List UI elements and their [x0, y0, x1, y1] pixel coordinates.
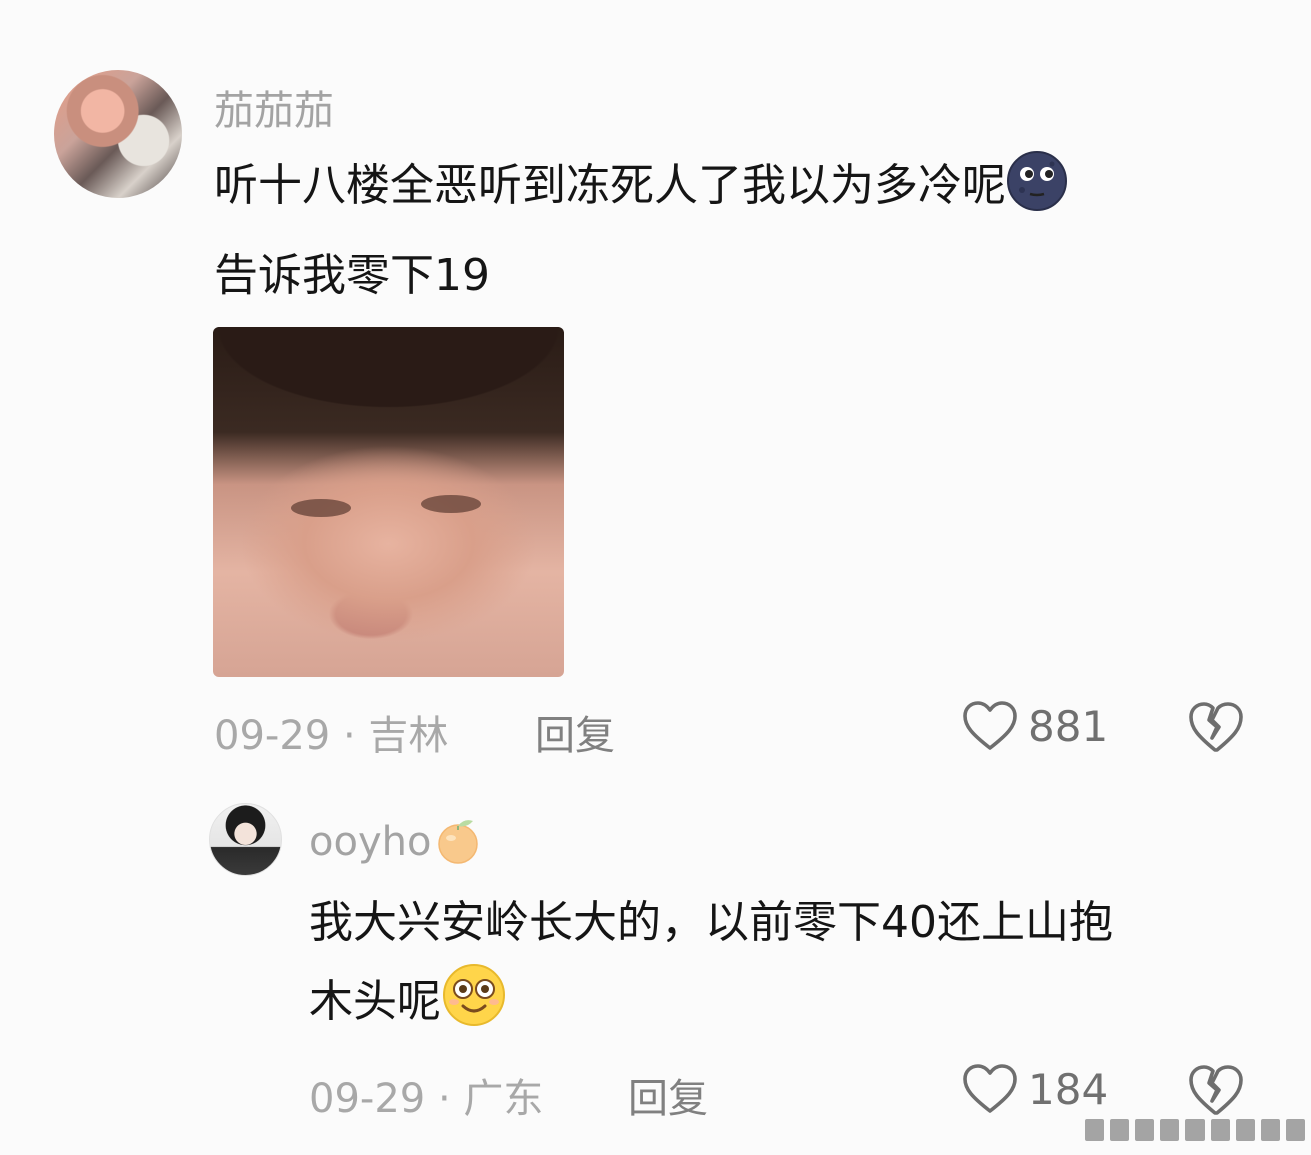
- avatar[interactable]: [54, 70, 182, 198]
- comment-date: 09-29: [309, 1076, 426, 1122]
- heart-icon: [963, 701, 1017, 750]
- comment-thread: 茄茄茄 听十八楼全恶听到冻死人了我以为多冷呢 告诉我零下19 09-29 · 吉…: [0, 0, 1311, 1155]
- image-eye: [421, 495, 481, 513]
- image-hair: [213, 327, 564, 474]
- reply-button[interactable]: 回复: [628, 1066, 708, 1124]
- broken-heart-icon[interactable]: [1188, 1063, 1244, 1117]
- image-eye: [291, 499, 351, 517]
- comment-location: 广东: [463, 1076, 544, 1122]
- broken-heart-icon[interactable]: [1188, 700, 1244, 754]
- like-button[interactable]: 184: [962, 1063, 1108, 1115]
- comment-text: 我大兴安岭长大的，以前零下40还上山抱 木头呢: [309, 884, 1269, 1053]
- meta-separator: ·: [342, 713, 356, 759]
- like-count: 881: [1028, 701, 1109, 751]
- new-moon-face-icon: [1006, 150, 1068, 237]
- reply-button[interactable]: 回复: [535, 703, 615, 761]
- comment-text: 听十八楼全恶听到冻死人了我以为多冷呢 告诉我零下19: [214, 147, 1254, 315]
- comment-line: 告诉我零下19: [214, 250, 490, 301]
- username[interactable]: 茄茄茄: [214, 78, 334, 136]
- comment-date: 09-29: [214, 713, 331, 759]
- username-text: ooyho: [309, 819, 432, 865]
- heart-icon: [963, 1064, 1017, 1113]
- comment-line: 木头呢: [309, 976, 441, 1027]
- like-button[interactable]: 881: [962, 700, 1108, 752]
- comment-location: 吉林: [368, 713, 449, 759]
- watermark: [1085, 1117, 1305, 1143]
- comment-image[interactable]: [213, 327, 564, 677]
- comment-meta: 09-29 · 吉林: [214, 703, 448, 761]
- tangerine-icon: [433, 815, 483, 865]
- username[interactable]: ooyho: [309, 815, 483, 865]
- flushed-smile-icon: [441, 962, 507, 1053]
- comment-line: 听十八楼全恶听到冻死人了我以为多冷呢: [214, 160, 1006, 211]
- comment-meta: 09-29 · 广东: [309, 1066, 543, 1124]
- comment-line: 我大兴安岭长大的，以前零下40还上山抱: [309, 897, 1113, 948]
- like-count: 184: [1028, 1064, 1109, 1114]
- avatar[interactable]: [209, 803, 282, 876]
- meta-separator: ·: [437, 1076, 451, 1122]
